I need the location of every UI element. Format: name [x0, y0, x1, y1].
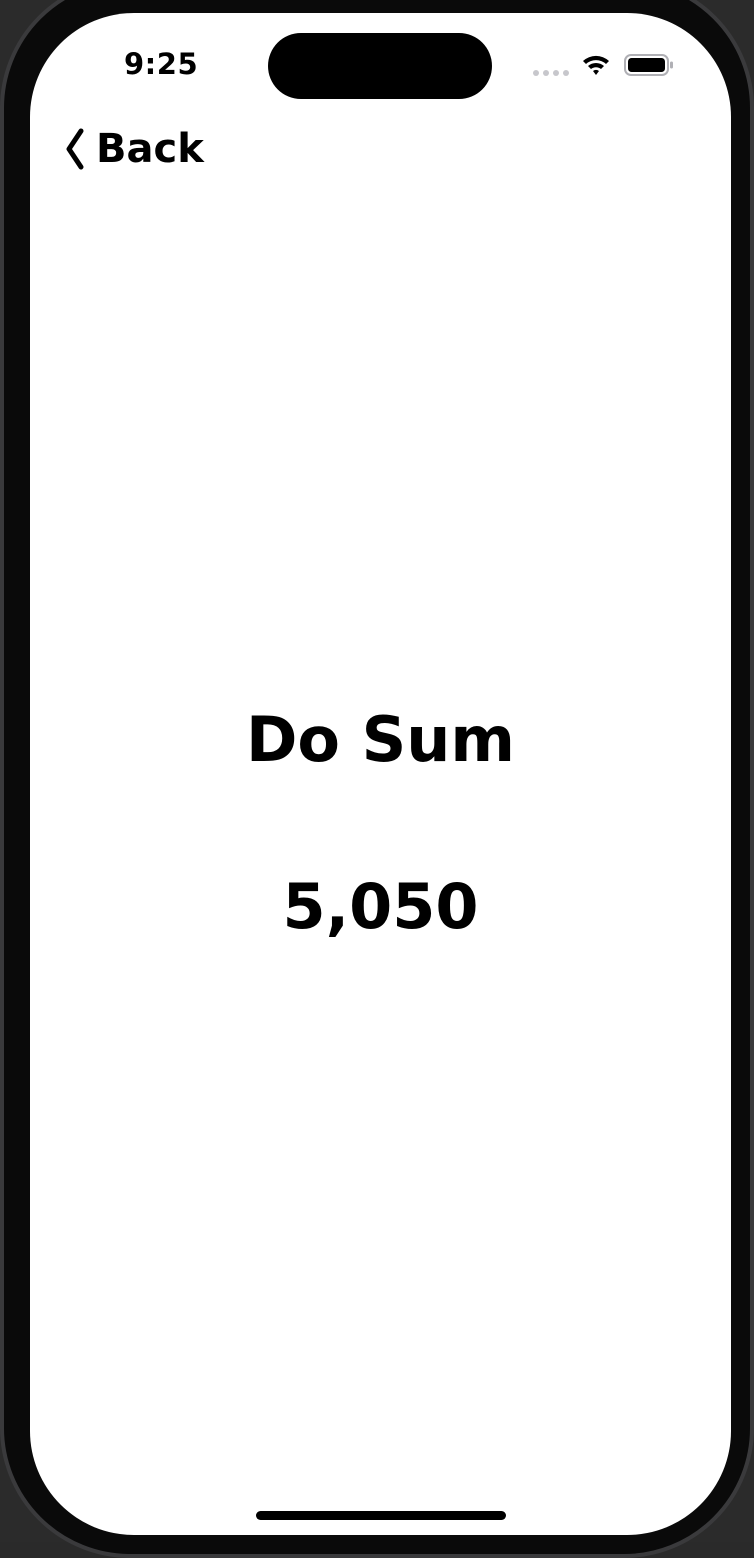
page-title: Do Sum — [245, 703, 516, 776]
back-button-label: Back — [96, 126, 204, 172]
sum-result: 5,050 — [282, 870, 479, 943]
phone-screen: 9:25 Back Do Sum 5,050 — [30, 13, 731, 1535]
chevron-left-icon — [66, 128, 84, 170]
status-time: 9:25 — [124, 47, 199, 81]
battery-icon — [624, 54, 673, 76]
wifi-icon — [583, 55, 609, 75]
home-indicator[interactable] — [256, 1511, 506, 1520]
back-button[interactable]: Back — [64, 121, 204, 177]
cellular-signal-icon — [533, 70, 569, 76]
dynamic-island — [268, 33, 492, 99]
